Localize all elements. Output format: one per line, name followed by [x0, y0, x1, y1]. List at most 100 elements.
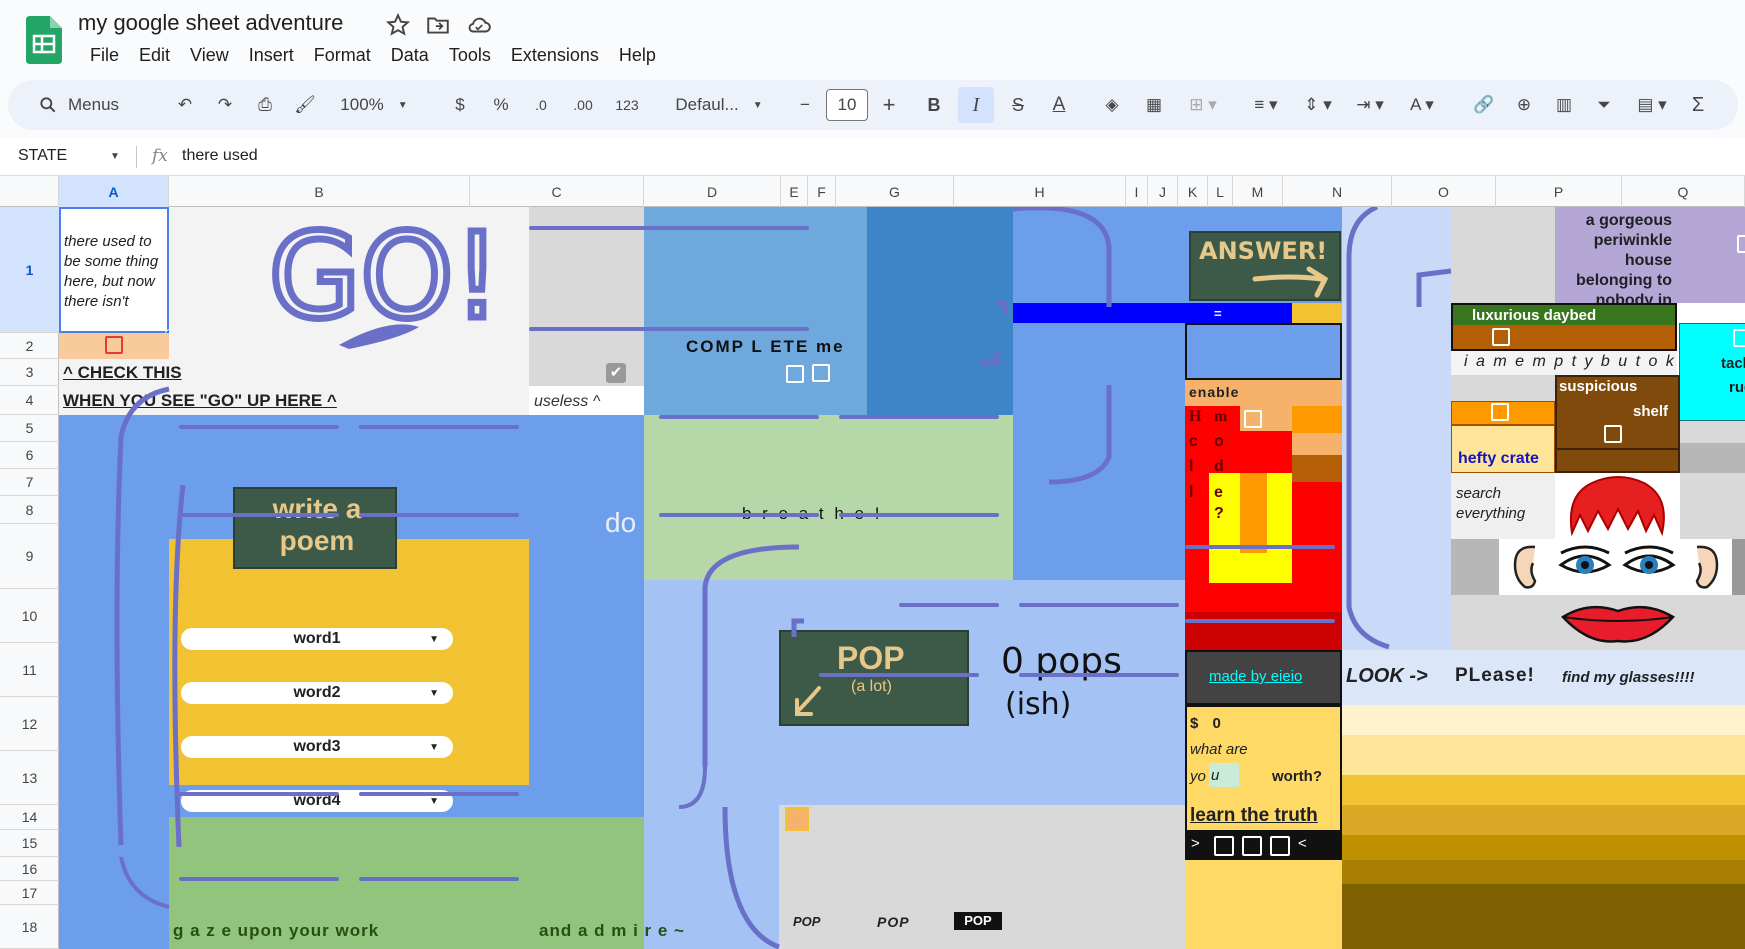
bold-button[interactable]: B [918, 80, 950, 130]
paint-format-icon[interactable]: 🖌 [288, 80, 322, 130]
column-header-c[interactable]: C [470, 176, 644, 207]
zoom-select[interactable]: 100% ▼ [334, 80, 414, 130]
row-header-12[interactable]: 12 [0, 697, 59, 751]
row-header-9[interactable]: 9 [0, 524, 59, 589]
formula-input[interactable]: there used [182, 147, 258, 165]
path-curves: GO! [114, 207, 1452, 949]
column-headers: A B C D E F G H I J K L M N O P Q [0, 176, 1745, 207]
font-size-decrease-button[interactable]: − [790, 80, 820, 130]
move-folder-icon[interactable] [425, 12, 451, 38]
caret-down-icon[interactable]: ▼ [110, 151, 120, 162]
text-wrap-icon[interactable]: ⇥ ▾ [1348, 80, 1392, 130]
functions-button[interactable]: Σ [1682, 80, 1714, 130]
formula-bar: STATE ▼ fx there used [0, 138, 1745, 176]
column-header-l[interactable]: L [1208, 176, 1233, 207]
fx-icon: fx [152, 146, 168, 166]
column-header-p[interactable]: P [1496, 176, 1622, 207]
italic-button[interactable]: I [958, 87, 994, 123]
menu-tools[interactable]: Tools [439, 44, 501, 66]
column-header-n[interactable]: N [1283, 176, 1392, 207]
zoom-value: 100% [340, 95, 384, 114]
undo-icon[interactable]: ↶ [168, 80, 202, 130]
menu-edit[interactable]: Edit [129, 44, 180, 66]
caret-down-icon: ▼ [752, 99, 763, 111]
filter-views-icon[interactable]: ▤ ▾ [1628, 80, 1676, 130]
row-header-4[interactable]: 4 [0, 386, 59, 415]
merge-cells-icon[interactable]: ⊞ ▾ [1178, 80, 1228, 130]
row-header-8[interactable]: 8 [0, 496, 59, 524]
title-bar: my google sheet adventure File Edit View… [0, 0, 1745, 76]
row-headers: 1 2 3 4 5 6 7 8 9 10 11 12 13 14 15 16 1… [0, 207, 59, 949]
column-header-o[interactable]: O [1392, 176, 1496, 207]
menu-bar: File Edit View Insert Format Data Tools … [80, 44, 666, 66]
row-header-18[interactable]: 18 [0, 905, 59, 949]
row-header-5[interactable]: 5 [0, 415, 59, 442]
column-header-q[interactable]: Q [1622, 176, 1745, 207]
percent-button[interactable]: % [486, 80, 516, 130]
row-header-1[interactable]: 1 [0, 207, 59, 333]
column-header-f[interactable]: F [808, 176, 836, 207]
column-header-j[interactable]: J [1148, 176, 1178, 207]
row-header-11[interactable]: 11 [0, 643, 59, 697]
row-header-2[interactable]: 2 [0, 333, 59, 359]
menu-insert[interactable]: Insert [239, 44, 304, 66]
font-name: Defaul... [675, 95, 739, 114]
insert-chart-icon[interactable]: ▥ [1548, 80, 1580, 130]
font-size-input[interactable]: 10 [826, 89, 868, 121]
redo-icon[interactable]: ↷ [208, 80, 242, 130]
menu-help[interactable]: Help [609, 44, 666, 66]
font-size-increase-button[interactable]: + [874, 80, 904, 130]
increase-decimal-button[interactable]: .00 [564, 80, 602, 130]
sheets-logo-icon[interactable] [26, 16, 62, 64]
font-select[interactable]: Defaul... ▼ [664, 80, 774, 130]
text-rotation-icon[interactable]: A ▾ [1400, 80, 1444, 130]
row-header-6[interactable]: 6 [0, 442, 59, 469]
name-box[interactable]: STATE [18, 147, 67, 165]
menu-format[interactable]: Format [304, 44, 381, 66]
menu-file[interactable]: File [80, 44, 129, 66]
decrease-decimal-button[interactable]: .0 [524, 80, 558, 130]
row-header-7[interactable]: 7 [0, 469, 59, 496]
filter-icon[interactable]: ⏷ [1588, 80, 1620, 130]
row-header-13[interactable]: 13 [0, 751, 59, 805]
menu-view[interactable]: View [180, 44, 239, 66]
cloud-saved-icon[interactable] [466, 12, 492, 38]
divider [136, 146, 137, 168]
column-header-a[interactable]: A [59, 176, 169, 207]
print-icon[interactable]: ⎙ [248, 80, 282, 130]
row-header-17[interactable]: 17 [0, 881, 59, 905]
select-all-corner[interactable] [0, 176, 59, 207]
column-header-g[interactable]: G [836, 176, 954, 207]
menu-search[interactable]: Menus [38, 80, 158, 130]
column-header-k[interactable]: K [1178, 176, 1208, 207]
search-icon [40, 97, 56, 113]
vertical-align-icon[interactable]: ⇕ ▾ [1296, 80, 1340, 130]
row-header-14[interactable]: 14 [0, 805, 59, 830]
menu-data[interactable]: Data [381, 44, 439, 66]
more-formats-button[interactable]: 123 [608, 80, 646, 130]
column-header-h[interactable]: H [954, 176, 1126, 207]
column-header-i[interactable]: I [1126, 176, 1148, 207]
insert-link-icon[interactable]: 🔗 [1468, 80, 1500, 130]
text-color-button[interactable]: A [1042, 80, 1076, 130]
column-header-b[interactable]: B [169, 176, 470, 207]
borders-icon[interactable]: ▦ [1138, 80, 1170, 130]
toolbar: Menus ↶ ↷ ⎙ 🖌 100% ▼ $ % .0 .00 123 Defau… [8, 80, 1738, 130]
row-header-16[interactable]: 16 [0, 857, 59, 881]
strikethrough-button[interactable]: S [1002, 80, 1034, 130]
column-header-e[interactable]: E [781, 176, 808, 207]
fill-color-icon[interactable]: ◈ [1096, 80, 1128, 130]
menu-extensions[interactable]: Extensions [501, 44, 609, 66]
row-header-15[interactable]: 15 [0, 830, 59, 857]
sheet-grid[interactable]: there used to be some thing here, but no… [59, 207, 1745, 949]
star-icon[interactable] [385, 12, 411, 38]
caret-down-icon: ▼ [397, 99, 408, 111]
row-header-10[interactable]: 10 [0, 589, 59, 643]
insert-comment-icon[interactable]: ⊕ [1508, 80, 1540, 130]
currency-button[interactable]: $ [445, 80, 475, 130]
column-header-m[interactable]: M [1233, 176, 1283, 207]
column-header-d[interactable]: D [644, 176, 781, 207]
row-header-3[interactable]: 3 [0, 359, 59, 386]
document-title[interactable]: my google sheet adventure [78, 10, 343, 36]
horizontal-align-icon[interactable]: ≡ ▾ [1244, 80, 1288, 130]
